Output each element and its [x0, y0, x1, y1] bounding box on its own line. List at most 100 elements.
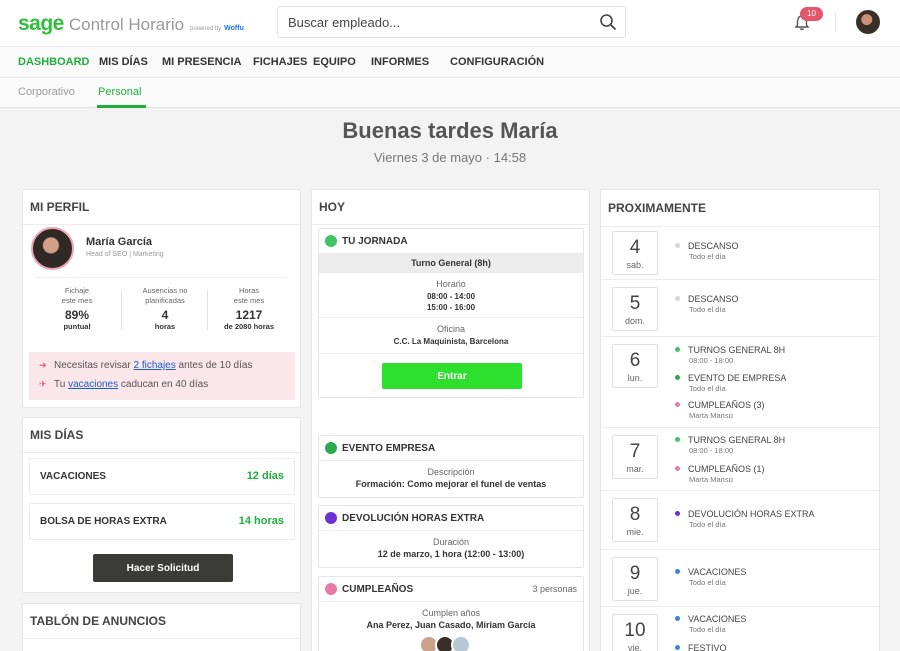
date-weekday: mar.: [626, 464, 644, 474]
powered-by-brand: Woffu: [224, 25, 244, 32]
search-input[interactable]: [278, 7, 578, 37]
menu-configuracion[interactable]: CONFIGURACIÓN: [450, 56, 544, 68]
date-weekday: dom.: [624, 316, 645, 326]
event-sub: Todo el día: [689, 252, 726, 261]
plane-icon: ✈: [39, 379, 47, 389]
profile-avatar: [31, 227, 74, 270]
logo-brand: sage: [18, 12, 64, 35]
day-row[interactable]: 7 mar. TURNOS GENERAL 8H 08:00 - 18:00 C…: [601, 429, 879, 491]
stat-horas: Horas este mes 1217 de 2080 horas: [207, 286, 291, 331]
devolucion-title: DEVOLUCIÓN HORAS EXTRA: [342, 512, 485, 524]
status-dot: [675, 466, 680, 472]
status-dot: [675, 243, 680, 249]
row-label: BOLSA DE HORAS EXTRA: [40, 516, 167, 527]
bolsa-horas-row[interactable]: BOLSA DE HORAS EXTRA 14 horas: [29, 503, 295, 540]
refresh-icon: [325, 512, 337, 524]
mis-dias-card: MIS DÍAS VACACIONES 12 días BOLSA DE HOR…: [22, 417, 301, 593]
evento-value: Formación: Como mejorar el funel de vent…: [355, 479, 547, 489]
alert-text: caducan en 40 días: [120, 379, 209, 390]
cumple-card: CUMPLEAÑOS 3 personas Cumplen años Ana P…: [318, 576, 584, 651]
day-row[interactable]: 6 lun. TURNOS GENERAL 8H 08:00 - 18:00 E…: [601, 338, 879, 428]
event: VACACIONES Todo el día: [675, 614, 746, 634]
day-row[interactable]: 8 mie. DEVOLUCIÓN HORAS EXTRA Todo el dí…: [601, 492, 879, 550]
active-tab-indicator: [97, 105, 146, 108]
menu-informes[interactable]: INFORMES: [371, 56, 429, 68]
stat-unit: puntual: [63, 322, 91, 331]
cumple-block: Cumplen años Ana Perez, Juan Casado, Mir…: [319, 602, 583, 651]
vacaciones-row[interactable]: VACACIONES 12 días: [29, 458, 295, 495]
menu-mis-dias[interactable]: MIS DÍAS: [99, 56, 148, 68]
row-label: VACACIONES: [40, 471, 106, 482]
menu-fichajes[interactable]: FICHAJES: [253, 56, 307, 68]
stat-unit: horas: [154, 322, 176, 331]
fichajes-link[interactable]: 2 fichajes: [133, 360, 175, 371]
date-day: 6: [629, 350, 641, 371]
date-box: 10 vie.: [612, 614, 658, 651]
calendar-icon: [325, 442, 337, 454]
clock-icon: [325, 235, 337, 247]
tablon-title: TABLÓN DE ANUNCIOS: [23, 604, 300, 639]
date-day: 5: [629, 293, 641, 314]
menu-dashboard[interactable]: DASHBOARD: [18, 56, 90, 68]
event: CUMPLEAÑOS (3) Marta Manso: [675, 400, 765, 420]
alert-fichajes: ➜ Necesitas revisar 2 fichajes antes de 1…: [39, 360, 252, 371]
stat-value: 1217: [235, 308, 263, 322]
search-icon[interactable]: [599, 13, 617, 31]
mis-dias-title: MIS DÍAS: [23, 418, 300, 453]
divider: [319, 353, 583, 354]
status-dot: [675, 616, 680, 622]
devolucion-header: DEVOLUCIÓN HORAS EXTRA: [319, 506, 583, 530]
event-sub: Todo el día: [689, 305, 726, 314]
menu-mi-presencia[interactable]: MI PRESENCIA: [162, 56, 241, 68]
tablon-card: TABLÓN DE ANUNCIOS: [22, 603, 301, 651]
day-row[interactable]: 5 dom. DESCANSO Todo el día: [601, 281, 879, 337]
day-row[interactable]: 4 sab. DESCANSO Todo el día: [601, 226, 879, 280]
stat-label: Horas: [238, 286, 259, 295]
oficina-value: C.C. La Maquinista, Barcelona: [393, 337, 509, 346]
event-title: DESCANSO: [688, 241, 739, 251]
menu-equipo[interactable]: EQUIPO: [313, 56, 356, 68]
profile-stats: Fichaje este mes 89% puntual Ausencias n…: [35, 277, 287, 337]
oficina-label: Oficina: [436, 324, 465, 334]
logo-app-name: Control Horario: [68, 15, 185, 34]
date-weekday: jue.: [627, 586, 643, 596]
date-day: 7: [629, 441, 641, 462]
status-dot: [675, 296, 680, 302]
event: DESCANSO Todo el día: [675, 241, 739, 261]
event-sub: Todo el día: [689, 384, 726, 393]
avatar[interactable]: [451, 635, 471, 651]
date-weekday: mie.: [626, 527, 644, 537]
event-sub: Todo el día: [689, 578, 726, 587]
stat-unit: de 2080 horas: [223, 322, 275, 331]
event-sub: 08:00 - 18:00: [689, 446, 734, 455]
oficina-block: Oficina C.C. La Maquinista, Barcelona: [319, 318, 583, 353]
day-row[interactable]: 10 vie. VACACIONES Todo el día FESTIVO: [601, 608, 879, 651]
logo[interactable]: sage Control Horario powered by Woffu: [18, 12, 244, 36]
evento-card: EVENTO EMPRESA Descripción Formación: Co…: [318, 435, 584, 498]
date-weekday: sab.: [626, 260, 644, 270]
profile-card-title: MI PERFIL: [23, 190, 300, 225]
cumple-header: CUMPLEAÑOS 3 personas: [319, 577, 583, 601]
tab-corporativo[interactable]: Corporativo: [18, 86, 75, 98]
duracion-value: 12 de marzo, 1 hora (12:00 - 13:00): [377, 549, 525, 559]
row-value: 12 días: [246, 470, 284, 482]
status-dot: [675, 402, 680, 408]
date-box: 4 sab.: [612, 231, 658, 275]
login-icon: ➜: [39, 360, 47, 370]
jornada-title: TU JORNADA: [342, 235, 408, 247]
status-dot: [675, 375, 680, 381]
date-box: 9 jue.: [612, 557, 658, 601]
day-row[interactable]: 9 jue. VACACIONES Todo el día: [601, 551, 879, 607]
event-title: CUMPLEAÑOS (3): [688, 400, 765, 410]
top-bar: sage Control Horario powered by Woffu 10: [0, 0, 900, 46]
greeting-date: Viernes 3 de mayo · 14:58: [373, 150, 527, 165]
cumple-names: Ana Perez, Juan Casado, Miriam García: [366, 620, 536, 630]
tab-personal[interactable]: Personal: [98, 86, 141, 98]
entrar-button[interactable]: Entrar: [382, 363, 522, 389]
hacer-solicitud-button[interactable]: Hacer Solicitud: [93, 554, 233, 582]
vacaciones-link[interactable]: vacaciones: [68, 379, 118, 390]
jornada-header: TU JORNADA: [319, 229, 583, 253]
event: TURNOS GENERAL 8H 08:00 - 18:00: [675, 435, 785, 455]
event: CUMPLEAÑOS (1) Marta Manso: [675, 464, 765, 484]
user-avatar[interactable]: [856, 10, 880, 34]
